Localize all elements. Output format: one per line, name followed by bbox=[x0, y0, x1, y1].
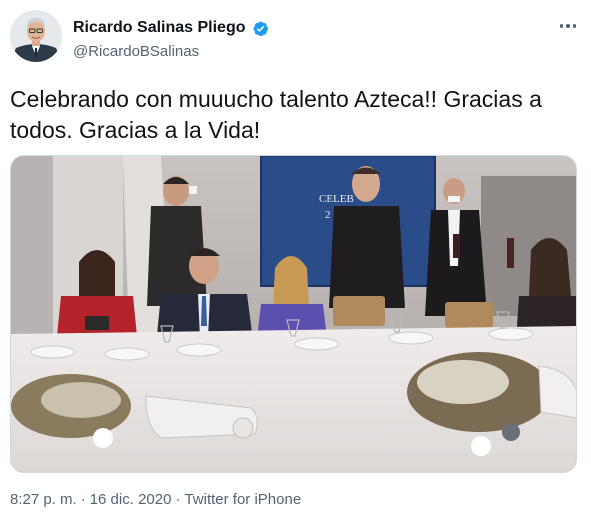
tweet-source[interactable]: Twitter for iPhone bbox=[184, 491, 301, 508]
author-info: Ricardo Salinas Pliego @RicardoBSalinas bbox=[73, 17, 269, 60]
tweet-card: Ricardo Salinas Pliego @RicardoBSalinas … bbox=[0, 0, 591, 514]
author-avatar[interactable] bbox=[10, 10, 62, 62]
screen-text-top: CELEB bbox=[319, 193, 354, 205]
tweet-video[interactable]: CELEB 2 bbox=[10, 155, 577, 473]
meta-separator: · bbox=[80, 491, 86, 508]
meta-separator-2: · bbox=[175, 491, 181, 508]
author-name[interactable]: Ricardo Salinas Pliego bbox=[73, 19, 246, 37]
verified-badge-icon bbox=[252, 21, 268, 36]
more-options-icon[interactable] bbox=[555, 16, 581, 36]
screen-text-bottom: 2 bbox=[325, 209, 331, 221]
tweet-time[interactable]: 8:27 p. m. bbox=[10, 491, 77, 508]
tweet-text: Celebrando con muuucho talento Azteca!! … bbox=[10, 86, 542, 143]
tweet-date[interactable]: 16 dic. 2020 bbox=[90, 491, 172, 508]
tweet-header: Ricardo Salinas Pliego @RicardoBSalinas bbox=[10, 10, 581, 66]
tweet-meta: 8:27 p. m. · 16 dic. 2020 · Twitter for … bbox=[10, 491, 301, 508]
author-handle[interactable]: @RicardoBSalinas bbox=[73, 43, 269, 60]
